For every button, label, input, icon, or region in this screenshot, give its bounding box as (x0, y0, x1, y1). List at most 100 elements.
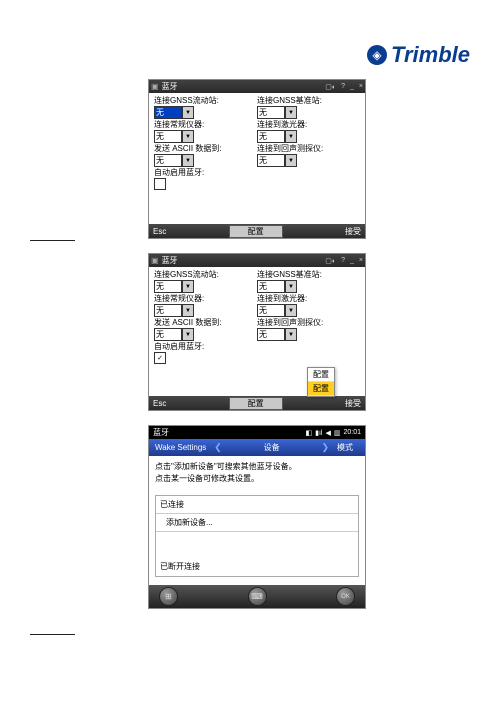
auto-label: 自动启用蓝牙: (154, 342, 360, 352)
config-button[interactable]: 配置 (229, 225, 283, 238)
chevron-down-icon[interactable]: ▼ (182, 106, 194, 119)
hint-line: 点击"添加新设备"可搜索其他蓝牙设备。 (155, 461, 359, 473)
popup-item-highlight[interactable]: 配置 (308, 382, 334, 396)
base-select[interactable]: 无 (257, 280, 285, 293)
echo-label: 连接到回声测探仪: (257, 144, 360, 154)
chevron-down-icon[interactable]: ▼ (182, 130, 194, 143)
send-select[interactable]: 无 (154, 328, 182, 341)
window-title: 蓝牙 (162, 255, 326, 266)
auto-checkbox[interactable]: ✓ (154, 352, 166, 364)
rover-label: 连接GNSS流动站: (154, 96, 257, 106)
base-label: 连接GNSS基准站: (257, 96, 360, 106)
echo-select[interactable]: 无 (257, 154, 285, 167)
esc-button[interactable]: Esc (153, 399, 166, 408)
chevron-down-icon[interactable]: ▼ (285, 328, 297, 341)
chevron-down-icon[interactable]: ▼ (285, 304, 297, 317)
accept-button[interactable]: 接受 (345, 398, 361, 409)
laser-label: 连接到激光器: (257, 294, 360, 304)
chevron-down-icon[interactable]: ▼ (182, 328, 194, 341)
bluetooth-config-screen-2: ▣ 蓝牙 ▢◐ ? _ × 连接GNSS流动站: 无 ▼ 连接GNSS基准站: … (148, 253, 366, 411)
auto-label: 自动启用蓝牙: (154, 168, 360, 178)
conv-label: 连接常规仪器: (154, 120, 257, 130)
side-rule (30, 240, 75, 241)
tab-bar: Wake Settings ❮ 设备 ❯ 模式 (149, 439, 365, 456)
side-rule (30, 634, 75, 635)
base-label: 连接GNSS基准站: (257, 270, 360, 280)
bluetooth-config-screen-1: ▣ 蓝牙 ▢◐ ? _ × 连接GNSS流动站: 无 ▼ 连接GNSS基准站: … (148, 79, 366, 239)
popup-item[interactable]: 配置 (308, 368, 334, 382)
device-section-disconnected: 已断开连接 (156, 558, 358, 575)
mobile-statusbar: 蓝牙 ◧ ▮ıl ◀ ▥ 20:01 (149, 426, 365, 439)
brand-text: Trimble (391, 42, 470, 68)
rover-select[interactable]: 无 (154, 280, 182, 293)
signal-icon: ▮ıl (315, 429, 322, 437)
tab-wake-settings[interactable]: Wake Settings (149, 439, 212, 456)
battery-icon: ▢◐ (325, 257, 336, 265)
tab-devices[interactable]: 设备 (224, 439, 320, 456)
volume-icon: ◀ (325, 429, 330, 437)
form-area: 连接GNSS流动站: 无 ▼ 连接GNSS基准站: 无 ▼ 连接常规仪器: 无 … (149, 93, 365, 194)
network-icon: ◧ (305, 429, 312, 437)
start-button[interactable]: ⊞ (159, 587, 178, 606)
laser-select[interactable]: 无 (257, 304, 285, 317)
chevron-right-icon[interactable]: ❯ (319, 442, 331, 453)
send-label: 发送 ASCII 数据到: (154, 144, 257, 154)
brand-logo: Trimble (367, 42, 470, 68)
esc-button[interactable]: Esc (153, 227, 166, 236)
config-button[interactable]: 配置 (229, 397, 283, 410)
popup-menu: 配置 配置 (307, 367, 335, 397)
chevron-down-icon[interactable]: ▼ (182, 154, 194, 167)
chevron-down-icon[interactable]: ▼ (285, 130, 297, 143)
minimize-icon[interactable]: _ (350, 257, 354, 265)
chevron-down-icon[interactable]: ▼ (285, 106, 297, 119)
rover-select[interactable]: 无 (154, 106, 182, 119)
close-icon[interactable]: × (359, 83, 363, 91)
battery-icon: ▢◐ (325, 83, 336, 91)
tab-mode[interactable]: 模式 (331, 439, 365, 456)
chevron-left-icon[interactable]: ❮ (212, 442, 224, 453)
chevron-down-icon[interactable]: ▼ (285, 154, 297, 167)
mobile-softkeys: ⊞ ⌨ OK (149, 585, 365, 608)
send-select[interactable]: 无 (154, 154, 182, 167)
add-device-button[interactable]: 添加新设备... (156, 514, 358, 532)
keyboard-button[interactable]: ⌨ (248, 587, 267, 606)
device-list[interactable]: 已连接 添加新设备... 已断开连接 (155, 495, 359, 577)
chevron-down-icon[interactable]: ▼ (182, 304, 194, 317)
titlebar: ▣ 蓝牙 ▢◐ ? _ × (149, 254, 365, 267)
clock: 20:01 (343, 429, 361, 437)
hint-line: 点击某一设备可修改其设置。 (155, 473, 359, 485)
form-area: 连接GNSS流动站: 无 ▼ 连接GNSS基准站: 无 ▼ 连接常规仪器: 无 … (149, 267, 365, 368)
help-icon[interactable]: ? (341, 83, 345, 91)
help-icon[interactable]: ? (341, 257, 345, 265)
globe-icon (367, 45, 387, 65)
base-select[interactable]: 无 (257, 106, 285, 119)
accept-button[interactable]: 接受 (345, 226, 361, 237)
conv-label: 连接常规仪器: (154, 294, 257, 304)
app-icon: ▣ (151, 82, 159, 91)
status-icons: ◧ ▮ıl ◀ ▥ 20:01 (305, 429, 361, 437)
send-label: 发送 ASCII 数据到: (154, 318, 257, 328)
minimize-icon[interactable]: _ (350, 83, 354, 91)
app-icon: ▣ (151, 256, 159, 265)
conv-select[interactable]: 无 (154, 304, 182, 317)
echo-select[interactable]: 无 (257, 328, 285, 341)
system-icons: ▢◐ ? _ × (325, 83, 363, 91)
chevron-down-icon[interactable]: ▼ (182, 280, 194, 293)
auto-checkbox[interactable] (154, 178, 166, 190)
system-icons: ▢◐ ? _ × (325, 257, 363, 265)
hint-text: 点击"添加新设备"可搜索其他蓝牙设备。 点击某一设备可修改其设置。 (149, 456, 365, 490)
echo-label: 连接到回声测探仪: (257, 318, 360, 328)
battery-icon: ▥ (334, 429, 341, 437)
ok-button[interactable]: OK (336, 587, 355, 606)
chevron-down-icon[interactable]: ▼ (285, 280, 297, 293)
rover-label: 连接GNSS流动站: (154, 270, 257, 280)
conv-select[interactable]: 无 (154, 130, 182, 143)
bluetooth-mobile-screen: 蓝牙 ◧ ▮ıl ◀ ▥ 20:01 Wake Settings ❮ 设备 ❯ … (148, 425, 366, 609)
bottom-toolbar: Esc 配置 接受 (149, 396, 365, 410)
blank-area (149, 194, 365, 224)
empty-row (156, 532, 358, 558)
laser-select[interactable]: 无 (257, 130, 285, 143)
close-icon[interactable]: × (359, 257, 363, 265)
bottom-toolbar: Esc 配置 接受 (149, 224, 365, 238)
laser-label: 连接到激光器: (257, 120, 360, 130)
